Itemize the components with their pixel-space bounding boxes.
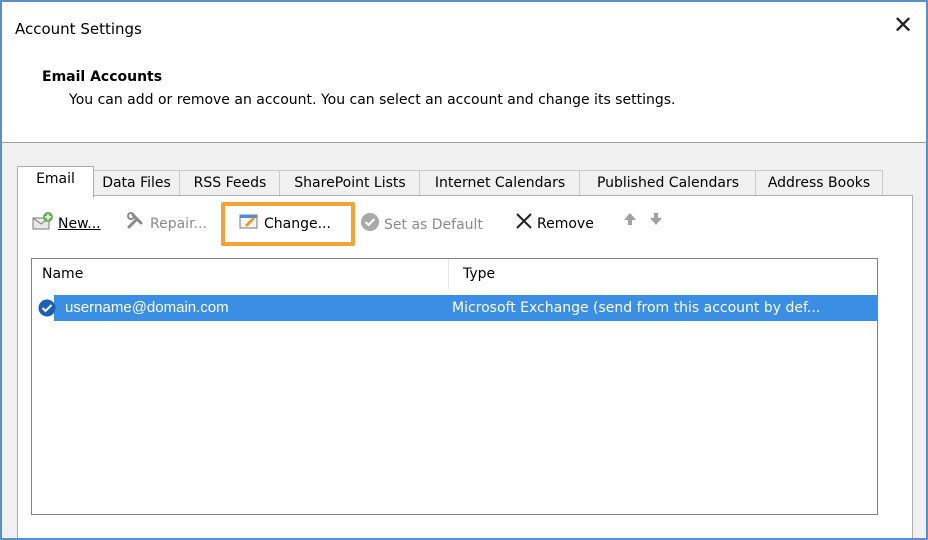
tab-published-calendars[interactable]: Published Calendars: [579, 170, 757, 197]
new-button[interactable]: New...: [32, 212, 101, 232]
close-icon[interactable]: ✕: [888, 10, 918, 40]
section-description: You can add or remove an account. You ca…: [69, 92, 676, 108]
repair-icon: [126, 212, 146, 236]
move-up-button[interactable]: [623, 212, 641, 232]
arrow-down-icon: [649, 212, 663, 232]
list-item[interactable]: username@domain.com Microsoft Exchange (…: [32, 295, 877, 321]
new-button-label: New...: [58, 216, 101, 232]
tab-data-files[interactable]: Data Files: [92, 170, 181, 197]
account-type: Microsoft Exchange (send from this accou…: [452, 300, 821, 316]
column-header-name[interactable]: Name: [42, 259, 83, 289]
column-divider: [448, 259, 449, 289]
set-default-button-label: Set as Default: [384, 217, 483, 233]
account-toolbar: New... Repair... Change... Set as Defaul…: [18, 196, 912, 246]
remove-button-label: Remove: [537, 216, 594, 232]
tab-sharepoint-lists[interactable]: SharePoint Lists: [279, 170, 421, 197]
tab-address-books[interactable]: Address Books: [755, 170, 883, 197]
tab-internet-calendars[interactable]: Internet Calendars: [419, 170, 581, 197]
dialog-body: Email Data Files RSS Feeds SharePoint Li…: [2, 143, 926, 538]
column-header-type[interactable]: Type: [463, 259, 495, 289]
arrow-up-icon: [623, 212, 637, 232]
move-down-button[interactable]: [649, 212, 667, 232]
remove-button[interactable]: Remove: [515, 212, 594, 232]
set-default-icon: [360, 212, 380, 238]
change-button-highlight: [221, 202, 355, 246]
remove-icon: [515, 212, 533, 236]
dialog-title: Account Settings: [15, 20, 142, 38]
account-name: username@domain.com: [65, 299, 229, 316]
repair-button-label: Repair...: [150, 216, 207, 232]
set-default-button[interactable]: Set as Default: [360, 212, 483, 233]
repair-button[interactable]: Repair...: [126, 212, 207, 232]
title-bar: Account Settings ✕: [2, 2, 926, 52]
tab-rss-feeds[interactable]: RSS Feeds: [179, 170, 281, 197]
account-list[interactable]: Name Type username@domain.com Microsoft …: [31, 258, 878, 515]
section-heading: Email Accounts: [42, 69, 163, 85]
new-account-icon: [32, 212, 54, 236]
header-section: Email Accounts You can add or remove an …: [2, 52, 926, 142]
tab-email[interactable]: Email: [17, 166, 94, 198]
default-account-check-icon: [38, 299, 56, 321]
email-tab-panel: New... Repair... Change... Set as Defaul…: [17, 195, 913, 538]
account-settings-dialog: Account Settings ✕ Email Accounts You ca…: [0, 0, 928, 540]
